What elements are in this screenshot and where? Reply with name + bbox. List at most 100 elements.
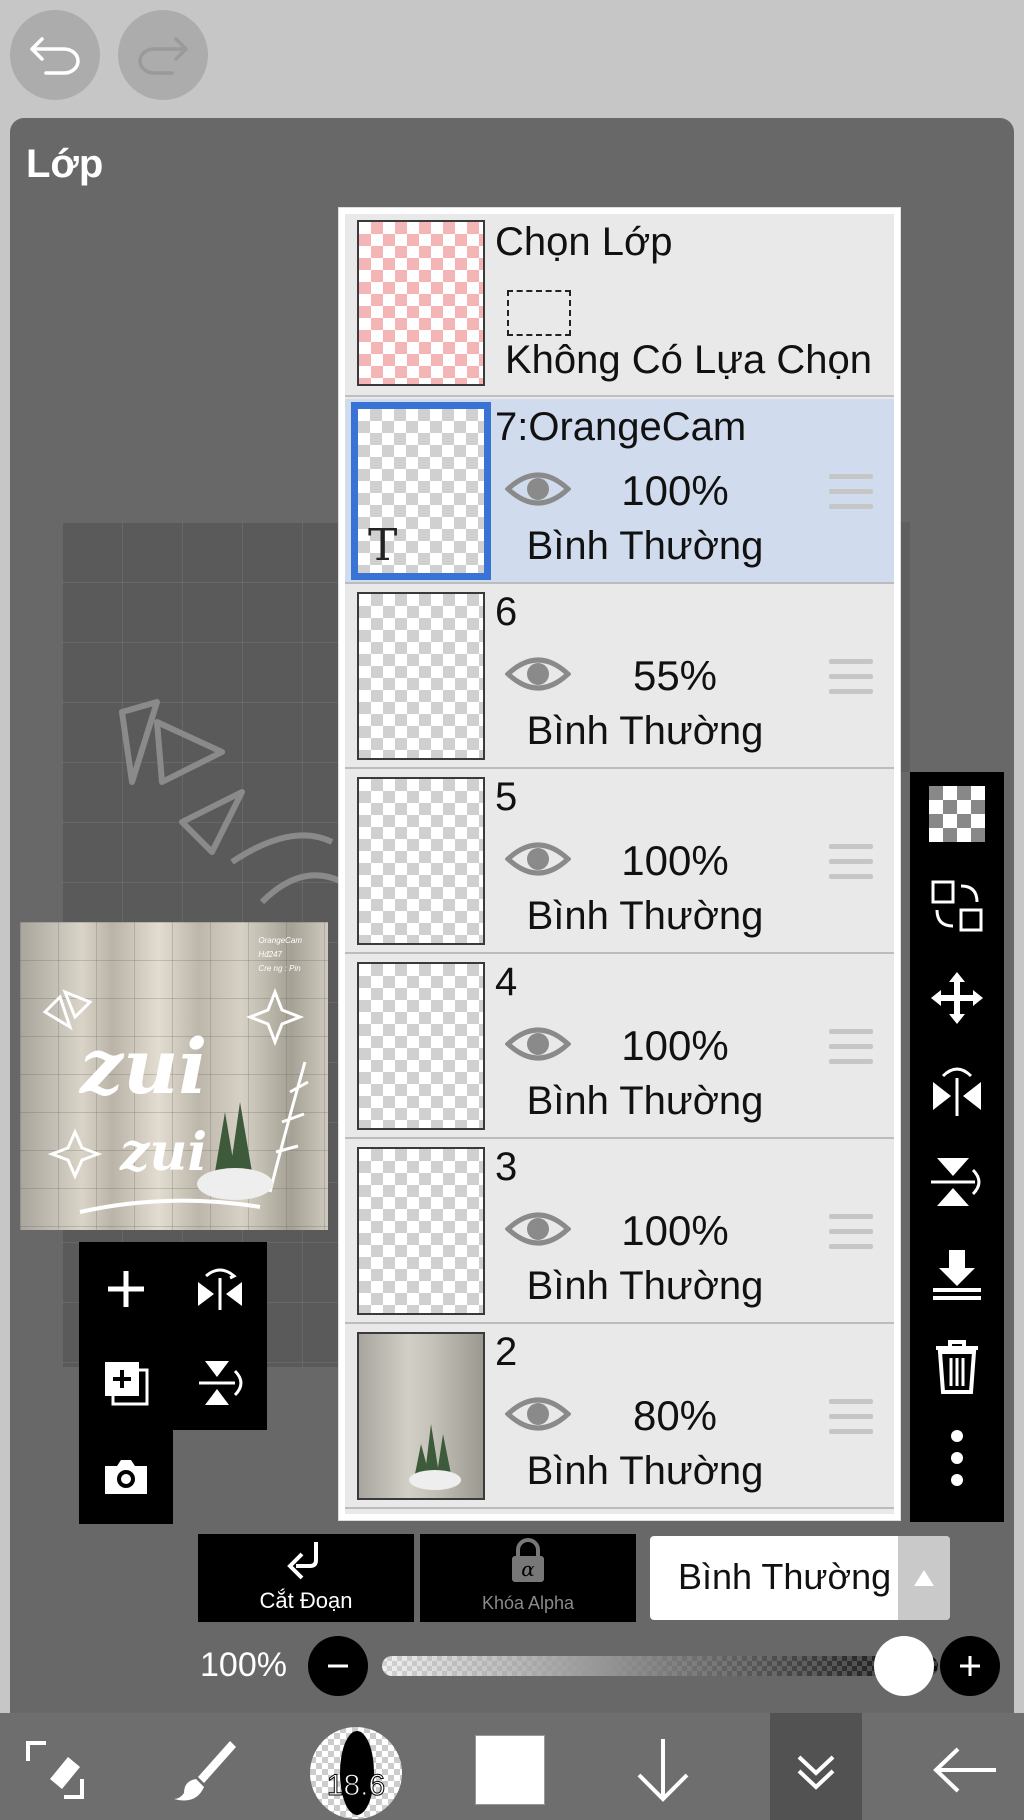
- panel-title: Lớp: [26, 142, 104, 186]
- redo-button[interactable]: [118, 10, 208, 100]
- visibility-eye-icon[interactable]: [505, 1207, 571, 1251]
- flip-vertical-icon: [931, 1158, 981, 1206]
- layer-blend-mode: Bình Thường: [526, 709, 764, 753]
- transform-tool-button[interactable]: [10, 1725, 100, 1815]
- visibility-eye-icon[interactable]: [505, 837, 571, 881]
- swap-icon: [931, 880, 983, 932]
- brush-tool-button[interactable]: [160, 1725, 250, 1815]
- layer-opacity: 55%: [632, 652, 718, 699]
- transform-eraser-icon: [26, 1741, 84, 1799]
- delete-layer-button[interactable]: [927, 1336, 987, 1396]
- selection-layer-title: Chọn Lớp: [495, 220, 673, 264]
- opacity-slider-track[interactable]: [382, 1656, 938, 1676]
- move-down-button[interactable]: [618, 1725, 708, 1815]
- layer-thumbnail: [357, 777, 485, 945]
- opacity-increase-button[interactable]: [940, 1636, 1000, 1696]
- more-options-button[interactable]: [927, 1428, 987, 1488]
- selection-thumbnail: [357, 220, 485, 386]
- add-layer-button[interactable]: [79, 1242, 173, 1336]
- layer-row-5[interactable]: 5 100% Bình Thường: [345, 769, 894, 954]
- layer-row-4[interactable]: 4 100% Bình Thường: [345, 954, 894, 1139]
- layer-thumbnail: [357, 1147, 485, 1315]
- layer-tools-left: [79, 1242, 267, 1524]
- redo-icon: [138, 37, 188, 75]
- blend-mode-select[interactable]: Bình Thường: [650, 1536, 950, 1620]
- layer-row-2[interactable]: 2 80% Bình Thường: [345, 1324, 894, 1509]
- layer-name: 3: [495, 1145, 518, 1189]
- svg-text:α: α: [521, 1557, 535, 1581]
- undo-icon: [30, 37, 80, 75]
- flip-horizontal-button[interactable]: [173, 1242, 267, 1336]
- flip-horizontal-tool-button[interactable]: [927, 1060, 987, 1120]
- camera-icon: [105, 1460, 147, 1494]
- layer-blend-mode: Bình Thường: [526, 1449, 764, 1493]
- clipping-label: Cắt Đoạn: [259, 1588, 353, 1613]
- brush-icon: [174, 1741, 236, 1801]
- layer-opacity: 100%: [621, 1022, 729, 1069]
- layer-blend-mode: Bình Thường: [526, 1079, 764, 1123]
- layer-opacity: 100%: [621, 1207, 729, 1254]
- opacity-slider-knob[interactable]: [874, 1636, 934, 1696]
- visibility-eye-icon[interactable]: [505, 1022, 571, 1066]
- undo-button[interactable]: [10, 10, 100, 100]
- arrow-down-icon: [637, 1739, 689, 1802]
- layer-row-7[interactable]: T 7:OrangeCam 100% Bình Thường: [345, 399, 894, 584]
- drag-handle-icon[interactable]: [829, 474, 873, 510]
- layers-tab-button[interactable]: [771, 1725, 861, 1815]
- drag-handle-icon[interactable]: [829, 1214, 873, 1250]
- blend-mode-toggle[interactable]: [898, 1536, 950, 1620]
- selection-marquee-icon: [507, 290, 571, 336]
- alpha-lock-label: Khóa Alpha: [481, 1593, 575, 1613]
- opacity-decrease-button[interactable]: [308, 1636, 368, 1696]
- selection-layer-row[interactable]: Chọn Lớp Không Có Lựa Chọn: [345, 214, 894, 397]
- back-button[interactable]: [920, 1725, 1010, 1815]
- layer-blend-mode: Bình Thường: [526, 894, 764, 938]
- lock-icon: α: [512, 1538, 544, 1582]
- layer-name: 4: [495, 960, 518, 1004]
- brush-size-indicator[interactable]: 18.6: [310, 1727, 402, 1819]
- flip-vertical-tool-button[interactable]: [927, 1152, 987, 1212]
- drag-handle-icon[interactable]: [829, 659, 873, 695]
- brush-size-value: 18.6: [326, 1769, 386, 1803]
- visibility-eye-icon[interactable]: [505, 652, 571, 696]
- flip-horizontal-icon: [198, 1268, 242, 1310]
- layer-thumbnail: T: [351, 402, 491, 580]
- layer-blend-mode: Bình Thường: [526, 1264, 764, 1308]
- checkerboard-icon: [929, 786, 985, 842]
- layer-row-3[interactable]: 3 100% Bình Thường: [345, 1139, 894, 1324]
- camera-import-button[interactable]: [79, 1430, 173, 1524]
- layer-opacity: 80%: [632, 1392, 718, 1439]
- flip-vertical-button[interactable]: [173, 1336, 267, 1430]
- merge-down-icon: [933, 1250, 981, 1300]
- move-button[interactable]: [927, 968, 987, 1028]
- layer-tools-right: [910, 772, 1004, 1522]
- triangle-up-icon: [914, 1570, 934, 1586]
- trash-icon: [936, 1340, 978, 1394]
- drag-handle-icon[interactable]: [829, 1029, 873, 1065]
- layer-opacity: 100%: [621, 837, 729, 884]
- layer-thumbnail: [357, 1332, 485, 1500]
- move-layer-content-button[interactable]: [927, 876, 987, 936]
- alpha-lock-button[interactable]: α Khóa Alpha: [420, 1534, 636, 1622]
- plant-thumbnail: [409, 1424, 461, 1490]
- visibility-eye-icon[interactable]: [505, 467, 571, 511]
- layer-name: 7:OrangeCam: [495, 405, 747, 449]
- plus-icon: [960, 1656, 980, 1676]
- layer-list: Chọn Lớp Không Có Lựa Chọn T 7:OrangeCam…: [338, 207, 901, 1521]
- opacity-value-label: 100%: [200, 1646, 287, 1684]
- layer-row-6[interactable]: 6 55% Bình Thường: [345, 584, 894, 769]
- clipping-button[interactable]: Cắt Đoạn: [198, 1534, 414, 1622]
- drag-handle-icon[interactable]: [829, 844, 873, 880]
- preview-doodles: [42, 987, 309, 1214]
- merge-down-button[interactable]: [927, 1244, 987, 1304]
- flip-vertical-icon: [199, 1361, 243, 1405]
- drag-handle-icon[interactable]: [829, 1399, 873, 1435]
- visibility-eye-icon[interactable]: [505, 1392, 571, 1436]
- color-swatch[interactable]: [475, 1735, 545, 1805]
- blend-mode-value: Bình Thường: [678, 1556, 892, 1597]
- canvas-preview[interactable]: OrangeCam Hđ247 Cre ng : Pin zui zui: [20, 922, 328, 1230]
- selection-status: Không Có Lựa Chọn: [505, 338, 873, 382]
- more-vertical-icon: [951, 1430, 963, 1486]
- duplicate-layer-button[interactable]: [79, 1336, 173, 1430]
- transparency-button[interactable]: [927, 784, 987, 844]
